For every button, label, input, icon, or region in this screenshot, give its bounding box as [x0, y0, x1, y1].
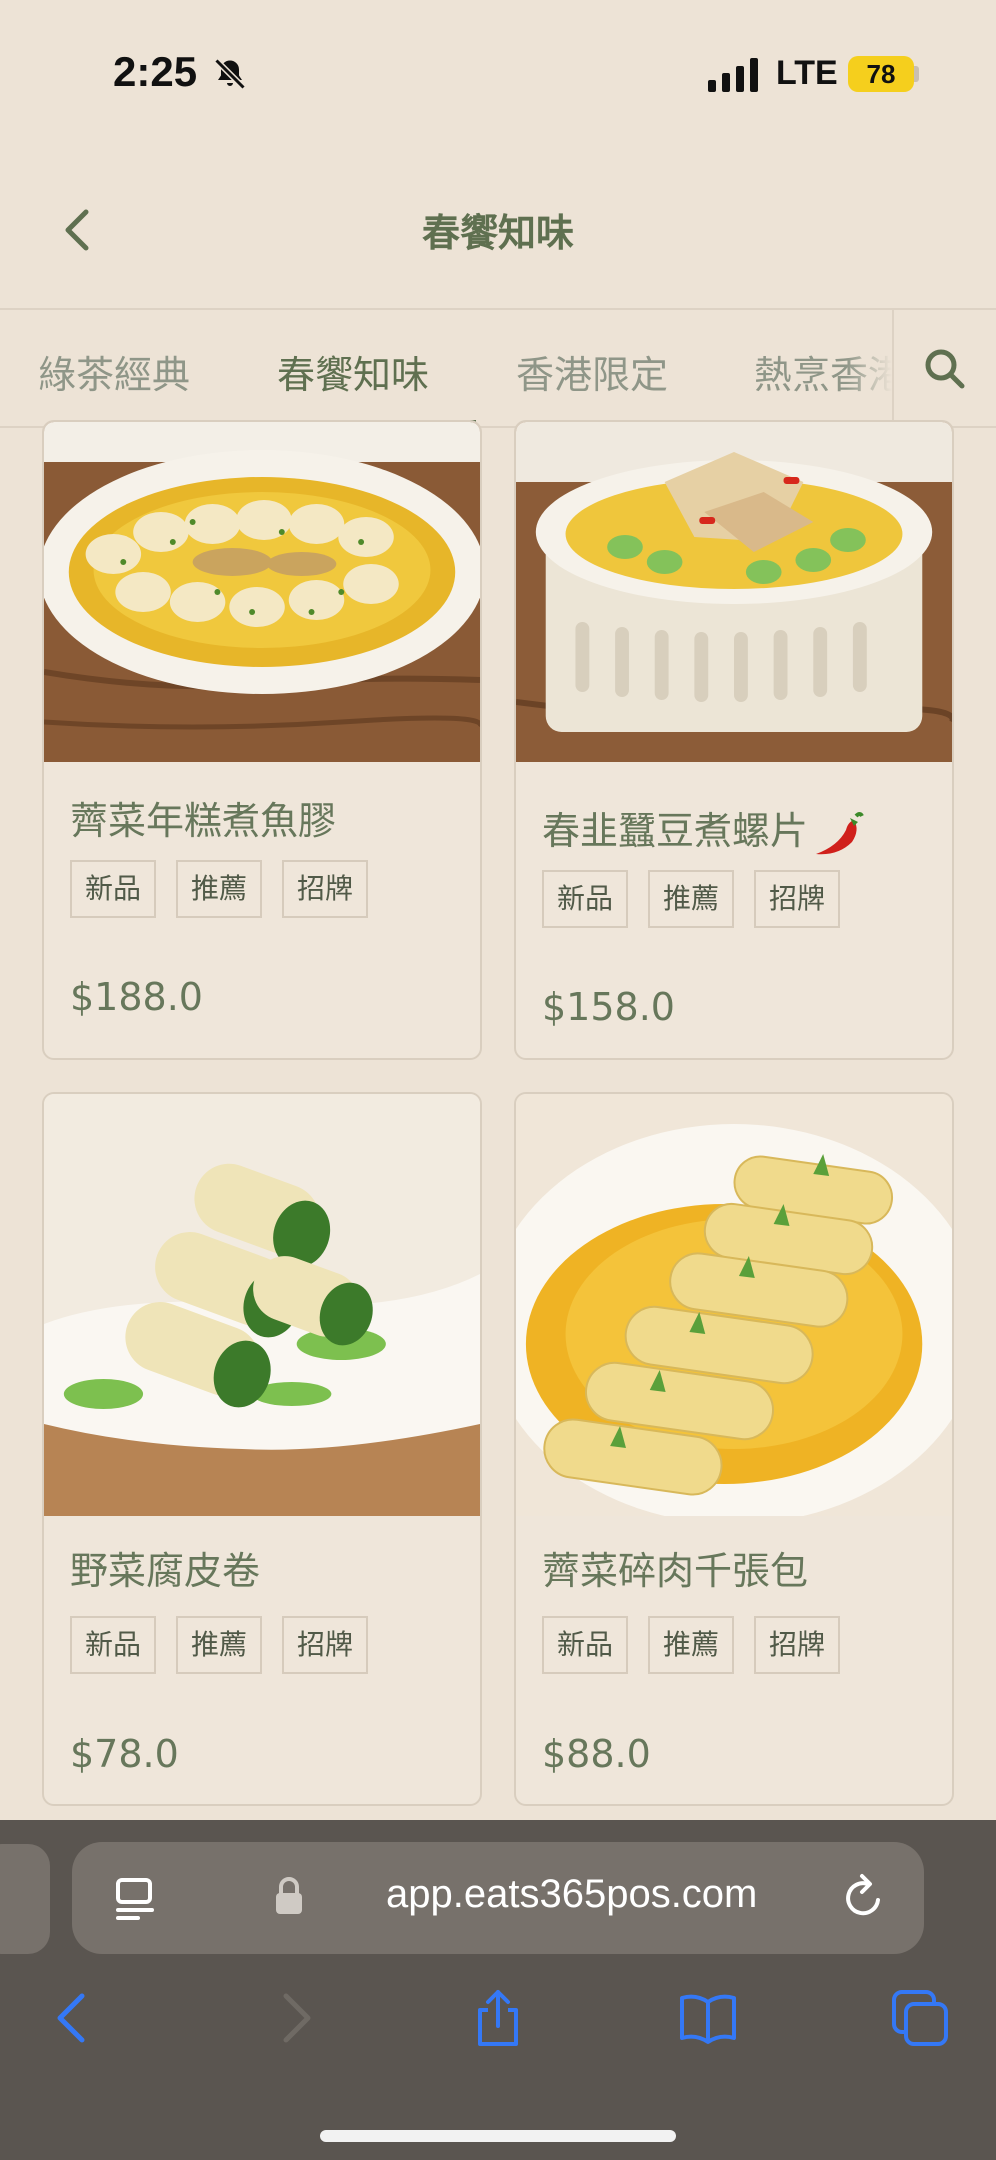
product-name: 薺菜年糕煮魚膠 [70, 799, 337, 843]
tag-recommended: 推薦 [648, 870, 734, 928]
battery-level: 78 [866, 59, 896, 89]
tab-spring-feast[interactable]: 春饗知味 [277, 344, 429, 399]
tab-fade [846, 310, 892, 426]
battery-indicator: 78 [848, 56, 914, 92]
tag-new: 新品 [542, 870, 628, 928]
network-type: LTE [776, 54, 838, 92]
page-menu-icon[interactable] [114, 1876, 162, 1922]
dish-image [44, 422, 480, 762]
chili-pepper-icon [816, 811, 864, 854]
product-name-text: 春韭蠶豆煮螺片 [542, 809, 809, 853]
cellular-signal-icon [708, 58, 758, 92]
battery-cap [914, 66, 919, 82]
tag-new: 新品 [542, 1616, 628, 1674]
dish-image [516, 1094, 952, 1516]
tag-recommended: 推薦 [176, 860, 262, 918]
home-indicator [320, 2130, 676, 2142]
bell-muted-icon [214, 58, 246, 90]
product-tags: 新品 推薦 招牌 [542, 1616, 840, 1674]
category-tab-bar: 綠茶經典 春饗知味 香港限定 熱烹香港 [0, 310, 996, 428]
page-title: 春饗知味 [421, 211, 574, 255]
tag-signature: 招牌 [282, 1616, 368, 1674]
tag-signature: 招牌 [754, 1616, 840, 1674]
browser-toolbar: app.eats365pos.com [0, 1820, 996, 2160]
product-card[interactable]: 薺菜碎肉千張包 新品 推薦 招牌 $88.0 [514, 1092, 954, 1806]
tab-hong-kong-limited[interactable]: 香港限定 [516, 344, 668, 399]
tag-new: 新品 [70, 860, 156, 918]
dish-image [516, 422, 952, 762]
share-icon[interactable] [468, 1988, 528, 2048]
product-card[interactable]: 薺菜年糕煮魚膠 新品 推薦 招牌 $188.0 [42, 420, 482, 1060]
tag-signature: 招牌 [754, 870, 840, 928]
address-bar[interactable]: app.eats365pos.com [72, 1842, 924, 1954]
back-arrow-icon[interactable] [46, 1988, 106, 2048]
product-name: 野菜腐皮卷 [70, 1549, 261, 1593]
product-price: $88.0 [542, 1732, 651, 1776]
forward-arrow-icon[interactable] [262, 1988, 322, 2048]
tag-signature: 招牌 [282, 860, 368, 918]
tag-new: 新品 [70, 1616, 156, 1674]
lock-icon [276, 1877, 302, 1914]
product-card[interactable]: 春韭蠶豆煮螺片 新品 推薦 招牌 $158.0 [514, 420, 954, 1060]
tag-recommended: 推薦 [648, 1616, 734, 1674]
url-text: app.eats365pos.com [386, 1872, 758, 1916]
product-tags: 新品 推薦 招牌 [542, 870, 840, 928]
product-card[interactable]: 野菜腐皮卷 新品 推薦 招牌 $78.0 [42, 1092, 482, 1806]
product-tags: 新品 推薦 招牌 [70, 1616, 368, 1674]
status-time: 2:25 [113, 48, 198, 95]
reload-icon[interactable] [840, 1872, 888, 1922]
bookmarks-icon[interactable] [678, 1988, 738, 2048]
product-tags: 新品 推薦 招牌 [70, 860, 368, 918]
product-name: 薺菜碎肉千張包 [542, 1549, 809, 1593]
previous-tab-preview[interactable] [0, 1844, 50, 1954]
search-button[interactable] [892, 310, 996, 426]
tag-recommended: 推薦 [176, 1616, 262, 1674]
product-price: $78.0 [70, 1732, 179, 1776]
search-icon [925, 349, 965, 389]
product-name: 春韭蠶豆煮螺片 [542, 800, 864, 858]
tabs-icon[interactable] [890, 1988, 950, 2048]
status-bar: 2:25 LTE 78 [0, 0, 996, 150]
product-price: $158.0 [542, 985, 675, 1029]
dish-image [44, 1094, 480, 1516]
product-price: $188.0 [70, 975, 203, 1019]
tab-green-tea-classics[interactable]: 綠茶經典 [38, 344, 190, 399]
